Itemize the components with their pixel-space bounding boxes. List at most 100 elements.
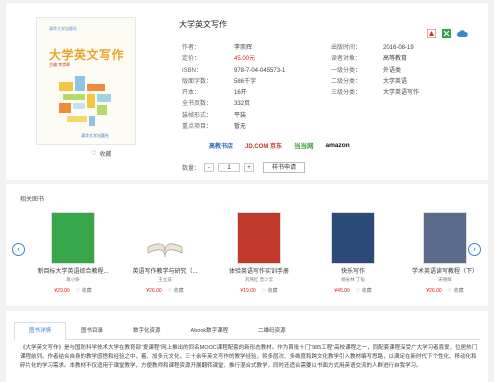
related-book-favorite[interactable]: ♡ 收藏 [448, 287, 464, 294]
related-book-author: 蒋小妍 [66, 277, 80, 282]
meta-row: 重点项目： 暂无 [182, 122, 285, 133]
favorite-label: 收藏 [99, 152, 112, 158]
related-book-price-row: ¥19.00 ♡ 收藏 [220, 287, 298, 295]
meta-value: 暂无 [234, 124, 247, 131]
quantity-input[interactable]: 1 [218, 163, 241, 172]
favorite-label: 收藏 [173, 288, 184, 294]
open-book-illustration [147, 243, 183, 258]
prev-arrow-button[interactable]: ‹ [12, 243, 25, 256]
related-book-name[interactable]: 学术英语读写教程（下） [406, 266, 484, 275]
quantity-plus-button[interactable]: + [244, 163, 255, 172]
related-book-cover[interactable] [238, 213, 280, 263]
meta-key: 全书页数： [182, 101, 213, 108]
related-book-item[interactable]: 快乐写作 杨永林 丁韬 ¥45.00 ♡ 收藏 [314, 213, 392, 294]
meta-row: 开本： 16开 [182, 88, 285, 99]
meta-row: 三级分类： 大学英语写作 [331, 88, 419, 99]
cover-title: 大学英文写作 [49, 48, 125, 62]
meta-row: 一级分类： 外语类 [331, 66, 419, 77]
meta-key: 作者： [182, 45, 201, 51]
favorite-label: 收藏 [267, 288, 278, 294]
related-book-item[interactable]: 体验英语写作实训手册刘燕红 曾少云 ¥19.00 ♡ 收藏 [220, 213, 298, 294]
cover-publisher: 清华大学出版社 [81, 133, 109, 138]
favorite-label: 收藏 [361, 288, 372, 294]
related-book-item[interactable]: 新目标大学英语综合教程... 蒋小妍 ¥29.00 ♡ 收藏 [34, 213, 112, 294]
related-book-name[interactable]: 体验英语写作实训手册 [220, 266, 298, 275]
related-book-favorite[interactable]: ♡ 收藏 [356, 287, 372, 294]
related-book-item[interactable]: 学术英语读写教程（下） 宋德辉 ¥26.00 ♡ 收藏 [406, 213, 484, 294]
meta-row: 全书页数： 332页 [182, 99, 285, 110]
tab-1[interactable]: 图书目录 [66, 322, 118, 339]
tab-0[interactable]: 图书详情 [14, 322, 67, 340]
cloud-icon[interactable] [457, 29, 468, 38]
meta-key: 版面字数： [182, 78, 213, 85]
meta-value: 978-7-04-045573-1 [234, 67, 286, 74]
book-meta-left: 作者： 李崇辉定价： 45.00元 ISBN： 978-7-04-045573-1 版面字… [182, 43, 285, 133]
meta-row: 装帧形式： 平装 [182, 111, 285, 122]
meta-key: 开本： [182, 90, 201, 97]
meta-value: 45.00元 [234, 56, 256, 63]
cover-subtitle: 主编 李崇辉 [49, 62, 71, 67]
tab-4[interactable]: 二维码资源 [243, 322, 301, 339]
meta-row: 二级分类： 大学英语 [331, 77, 419, 88]
quantity-minus-button[interactable]: - [204, 163, 215, 172]
meta-row: 版面字数： 586千字 [182, 77, 285, 88]
meta-key: 二级分类： [331, 78, 362, 85]
pdf-icon[interactable] [427, 29, 436, 38]
related-book-cover[interactable] [332, 213, 374, 263]
meta-key: 定价： [182, 56, 201, 63]
detail-panel: 图书详情 图书目录 数字化资源 Abook数字课程 二维码资源 《大学英文写作》是与国防… [6, 311, 488, 382]
meta-row: 作者： 李崇辉 [182, 43, 285, 54]
detail-tabs: 图书详情 图书目录 数字化资源 Abook数字课程 二维码资源 [14, 322, 480, 340]
meta-row: 读者对象： 高等教育 [331, 54, 419, 65]
tab-3[interactable]: Abook数字课程 [176, 322, 244, 339]
cover-publisher-logo: 清华大学出版社 [49, 26, 77, 31]
store-link-dangdang[interactable]: 当当网 [294, 140, 314, 150]
related-book-name[interactable]: 英语写作教学与研究（... [126, 266, 204, 275]
related-book-name[interactable]: 新目标大学英语综合教程... [34, 266, 112, 275]
excel-icon[interactable] [442, 29, 451, 38]
related-book-author: 宋德辉 [438, 277, 452, 282]
meta-value: 大学英语写作 [383, 90, 420, 97]
related-book-item[interactable]: 英语写作教学与研究（... 王立非 ¥26.00 ♡ 收藏 [126, 213, 204, 294]
related-book-name[interactable]: 快乐写作 [314, 266, 392, 275]
meta-row: ISBN： 978-7-04-045573-1 [182, 66, 285, 77]
store-link-amazon[interactable]: amazon [326, 142, 350, 149]
meta-key: 三级分类： [331, 90, 362, 97]
related-book-price: ¥19.00 [240, 287, 256, 294]
related-book-author: 刘燕红 曾少云 [244, 277, 274, 282]
book-description: 《大学英文写作》是与国防科学技术大学在教育部“爱课程”网上推出的同名MOOC课程… [20, 345, 478, 369]
meta-value: 16开 [234, 90, 247, 97]
store-link-jd[interactable]: JD.COM 京东 [245, 141, 282, 150]
related-book-favorite[interactable]: ♡ 收藏 [76, 287, 92, 294]
related-book-cover[interactable] [144, 213, 186, 263]
related-book-favorite[interactable]: ♡ 收藏 [168, 287, 184, 294]
store-links: 高教书店 JD.COM 京东 当当网 amazon [209, 140, 350, 151]
quantity-label: 数量： [182, 166, 201, 172]
related-book-cover[interactable] [424, 213, 466, 263]
tab-2[interactable]: 数字化资源 [118, 322, 176, 339]
related-book-price-row: ¥26.00 ♡ 收藏 [406, 287, 484, 295]
related-book-favorite[interactable]: ♡ 收藏 [262, 287, 278, 294]
cover-graphic [59, 76, 111, 126]
meta-key: 出版时间： [331, 45, 362, 51]
related-books-panel: 相关图书 ‹ › 新目标大学英语综合教程... 蒋小妍 ¥29.00 ♡ 收藏 英语写作… [6, 184, 488, 306]
related-book-price-row: ¥26.00 ♡ 收藏 [126, 287, 204, 295]
quantity-stepper: 数量： - 1 + [182, 163, 255, 172]
related-book-cover[interactable] [52, 213, 94, 263]
book-cover: 清华大学出版社 大学英文写作 主编 李崇辉 清华大学出版社 [36, 17, 136, 145]
meta-row: 定价： 45.00元 [182, 54, 285, 65]
related-book-price: ¥26.00 [426, 287, 442, 294]
favorite-button[interactable]: ♡ 收藏 [91, 149, 111, 158]
favorite-label: 收藏 [81, 288, 92, 294]
meta-value: 2016-08-19 [383, 45, 414, 51]
meta-value: 332页 [234, 101, 251, 108]
meta-key: 一级分类： [331, 67, 362, 74]
related-book-author: 王立非 [158, 277, 172, 282]
meta-row: 出版时间： 2016-08-19 [331, 43, 419, 54]
sample-request-button[interactable]: 样书申请 [263, 162, 305, 173]
heart-icon: ♡ [91, 151, 97, 157]
meta-value: 外语类 [383, 67, 402, 74]
related-book-price: ¥26.00 [146, 287, 162, 294]
store-link-hep[interactable]: 高教书店 [209, 141, 233, 150]
related-book-price-row: ¥45.00 ♡ 收藏 [314, 287, 392, 295]
